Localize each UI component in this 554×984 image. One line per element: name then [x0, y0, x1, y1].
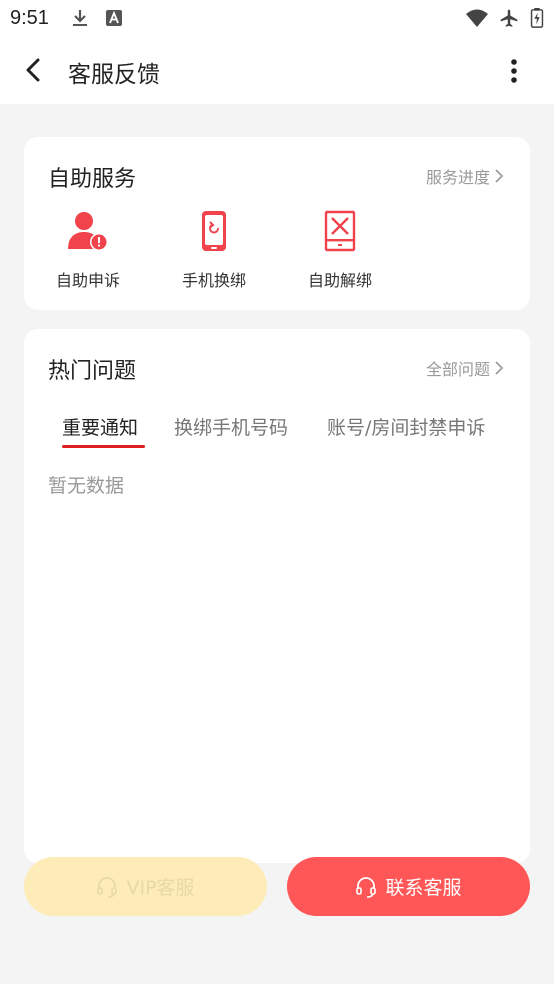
font-icon: [106, 10, 122, 26]
hot-questions-card: 热门问题 全部问题 重要通知 换绑手机号码 账号/房间封禁申诉 暂无数据: [24, 329, 530, 863]
download-icon: [73, 10, 87, 26]
status-time: 9:51: [10, 7, 49, 29]
service-item-self-appeal[interactable]: 自助申诉: [38, 209, 138, 291]
service-progress-label: 服务进度: [425, 168, 490, 187]
contact-service-button[interactable]: 联系客服: [287, 857, 530, 916]
page-title: 客服反馈: [68, 62, 160, 88]
status-bar: 9:51: [0, 0, 554, 38]
app-bar: 客服反馈: [0, 38, 554, 104]
empty-state-text: 暂无数据: [48, 475, 125, 497]
question-tabs: 重要通知 换绑手机号码 账号/房间封禁申诉: [24, 413, 530, 453]
user-alert-icon: [68, 212, 108, 251]
contact-service-label: 联系客服: [385, 877, 462, 899]
self-service-title: 自助服务: [48, 167, 137, 192]
phone-rebind-icon: [202, 211, 226, 251]
unbind-icon: [324, 210, 356, 252]
headset-icon: [97, 876, 118, 898]
more-options-button[interactable]: [500, 54, 528, 88]
tab-ban-appeal[interactable]: 账号/房间封禁申诉: [327, 413, 485, 440]
service-label-phone-rebind: 手机换绑: [181, 271, 246, 290]
all-questions-link[interactable]: 全部问题: [426, 356, 504, 380]
all-questions-label: 全部问题: [425, 360, 490, 379]
service-label-self-unbind: 自助解绑: [307, 271, 372, 290]
wifi-icon: [466, 9, 488, 27]
service-label-self-appeal: 自助申诉: [55, 271, 120, 290]
service-item-self-unbind[interactable]: 自助解绑: [290, 209, 390, 291]
back-button[interactable]: [18, 54, 50, 86]
active-tab-indicator: [62, 445, 145, 448]
airplane-icon: [500, 9, 518, 27]
service-progress-link[interactable]: 服务进度: [426, 164, 504, 188]
tab-important-notice[interactable]: 重要通知: [62, 413, 138, 440]
headset-icon: [356, 876, 377, 898]
self-service-card: 自助服务 服务进度 自助申诉 手机换绑 自助解绑: [24, 137, 530, 310]
tab-change-phone[interactable]: 换绑手机号码: [174, 413, 288, 440]
vip-service-label: VIP客服: [126, 877, 195, 899]
vip-service-button[interactable]: VIP客服: [24, 857, 267, 916]
hot-questions-title: 热门问题: [48, 359, 137, 384]
service-item-phone-rebind[interactable]: 手机换绑: [164, 209, 264, 291]
chevron-right-icon: [495, 169, 504, 183]
battery-charging-icon: [530, 8, 544, 28]
chevron-right-icon: [495, 361, 504, 375]
